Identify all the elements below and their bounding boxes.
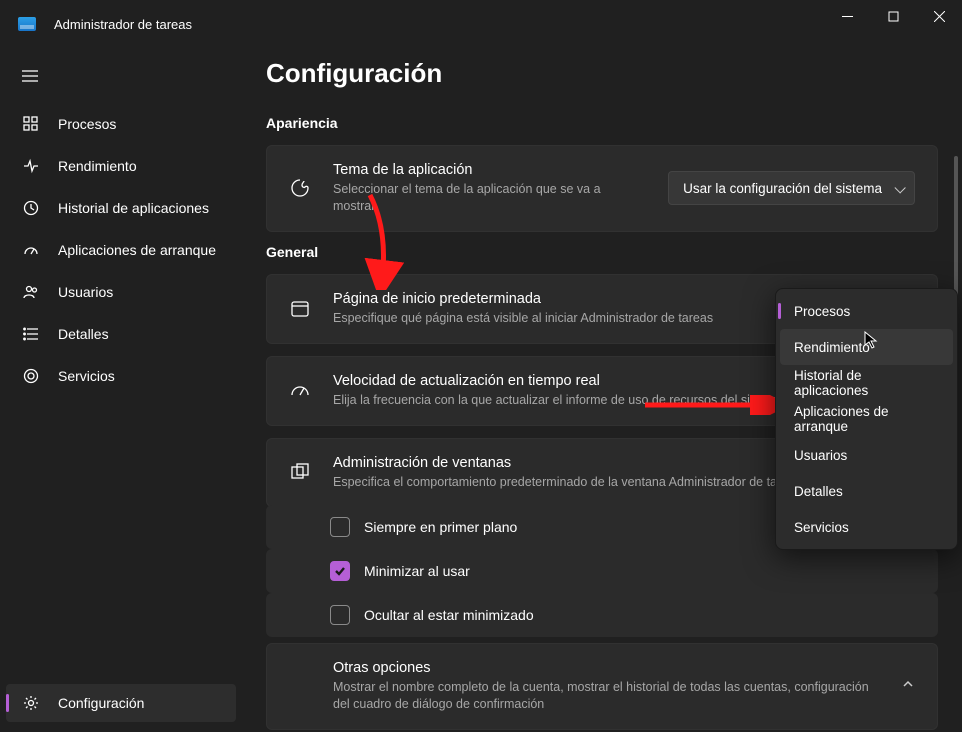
dropdown-value: Usar la configuración del sistema — [683, 181, 882, 196]
sidebar-item-history[interactable]: Historial de aplicaciones — [6, 189, 236, 227]
page-title: Configuración — [266, 58, 938, 89]
annotation-arrow-2 — [640, 395, 780, 415]
sidebar-item-label: Servicios — [58, 368, 115, 384]
close-button[interactable] — [916, 0, 962, 32]
ctx-item-users[interactable]: Usuarios — [780, 437, 953, 473]
app-title: Administrador de tareas — [54, 17, 192, 32]
ctx-item-processes[interactable]: Procesos — [780, 293, 953, 329]
ctx-item-history[interactable]: Historial de aplicaciones — [780, 365, 953, 401]
sidebar-item-details[interactable]: Detalles — [6, 315, 236, 353]
ctx-item-startup[interactable]: Aplicaciones de arranque — [780, 401, 953, 437]
sidebar-item-processes[interactable]: Procesos — [6, 105, 236, 143]
maximize-button[interactable] — [870, 0, 916, 32]
ctx-item-services[interactable]: Servicios — [780, 509, 953, 545]
option-label: Minimizar al usar — [364, 563, 470, 579]
section-appearance: Apariencia — [266, 115, 938, 131]
checkbox[interactable] — [330, 517, 350, 537]
sidebar-item-label: Detalles — [58, 326, 109, 342]
titlebar: Administrador de tareas — [0, 0, 962, 48]
sidebar-item-label: Rendimiento — [58, 158, 137, 174]
option-label: Ocultar al estar minimizado — [364, 607, 534, 623]
checkbox[interactable] — [330, 605, 350, 625]
sidebar-item-label: Historial de aplicaciones — [58, 200, 209, 216]
pulse-icon — [22, 157, 40, 175]
windows-icon — [289, 462, 311, 482]
gauge-icon — [22, 241, 40, 259]
sidebar-item-startup[interactable]: Aplicaciones de arranque — [6, 231, 236, 269]
grid-icon — [22, 115, 40, 133]
sidebar-item-users[interactable]: Usuarios — [6, 273, 236, 311]
setting-card-other[interactable]: Otras opciones Mostrar el nombre complet… — [266, 643, 938, 730]
users-icon — [22, 283, 40, 301]
checkbox-checked[interactable] — [330, 561, 350, 581]
setting-title: Tema de la aplicación — [333, 162, 646, 178]
hamburger-button[interactable] — [0, 63, 242, 105]
list-icon — [22, 325, 40, 343]
chevron-up-icon — [901, 677, 915, 696]
sidebar-item-label: Configuración — [58, 695, 144, 711]
sidebar-item-label: Procesos — [58, 116, 116, 132]
window-mgmt-option[interactable]: Minimizar al usar — [266, 549, 938, 593]
gear-icon — [22, 694, 40, 712]
setting-desc: Mostrar el nombre completo de la cuenta,… — [333, 679, 879, 713]
window-mgmt-option[interactable]: Ocultar al estar minimizado — [266, 593, 938, 637]
palette-icon — [289, 178, 311, 198]
page-icon — [289, 299, 311, 319]
sidebar-item-settings[interactable]: Configuración — [6, 684, 236, 722]
app-icon — [18, 17, 36, 31]
option-label: Siempre en primer plano — [364, 519, 517, 535]
theme-dropdown[interactable]: Usar la configuración del sistema — [668, 171, 915, 205]
sidebar-item-label: Usuarios — [58, 284, 113, 300]
default-page-context-menu: Procesos Rendimiento Historial de aplica… — [775, 288, 958, 550]
ctx-item-details[interactable]: Detalles — [780, 473, 953, 509]
speed-icon — [289, 381, 311, 401]
window-controls — [824, 0, 962, 32]
history-icon — [22, 199, 40, 217]
sidebar: Procesos Rendimiento Historial de aplica… — [0, 48, 242, 732]
annotation-arrow-1 — [360, 190, 410, 290]
services-icon — [22, 367, 40, 385]
sidebar-item-performance[interactable]: Rendimiento — [6, 147, 236, 185]
sidebar-item-services[interactable]: Servicios — [6, 357, 236, 395]
sidebar-item-label: Aplicaciones de arranque — [58, 242, 216, 258]
setting-title: Otras opciones — [333, 660, 879, 676]
minimize-button[interactable] — [824, 0, 870, 32]
mouse-cursor — [864, 331, 878, 349]
